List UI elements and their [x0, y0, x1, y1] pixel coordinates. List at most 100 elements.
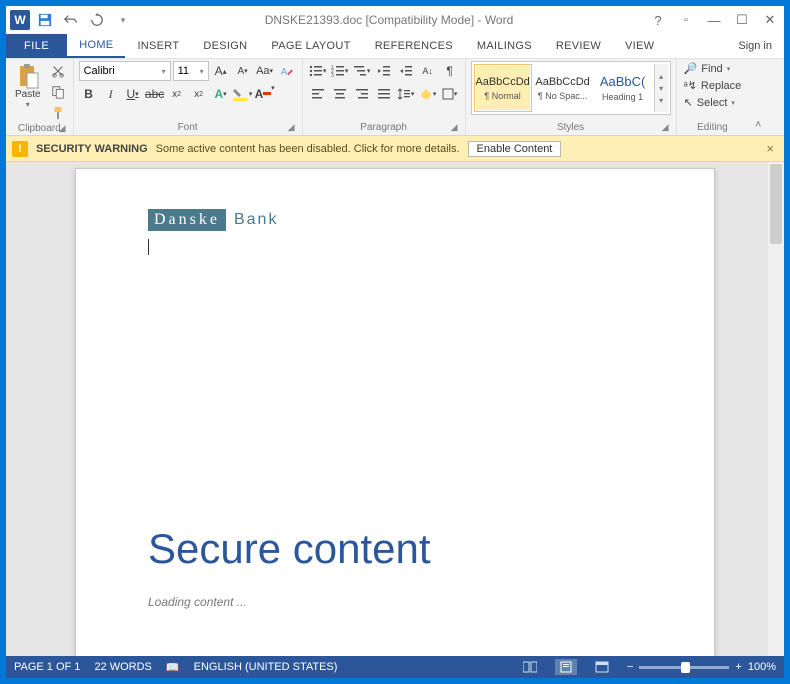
word-application-window: W ▾ DNSKE21393.doc [Compatibility Mode] …	[6, 6, 784, 678]
group-label-styles: Styles	[557, 122, 584, 133]
strikethrough-button[interactable]: abc	[145, 84, 165, 104]
styles-gallery: AaBbCcDd ¶ Normal AaBbCcDd ¶ No Spac... …	[471, 61, 671, 115]
increase-indent-icon[interactable]	[396, 61, 416, 81]
maximize-button[interactable]: ☐	[728, 9, 756, 31]
scrollbar-thumb[interactable]	[770, 164, 782, 244]
style-no-spacing[interactable]: AaBbCcDd ¶ No Spac...	[534, 64, 592, 112]
bullets-icon[interactable]: ▾	[308, 61, 328, 81]
read-mode-icon[interactable]	[519, 659, 541, 675]
tab-page-layout[interactable]: PAGE LAYOUT	[259, 34, 362, 58]
text-cursor	[148, 239, 642, 255]
line-spacing-icon[interactable]: ▾	[396, 84, 416, 104]
subscript-button[interactable]: x2	[167, 84, 187, 104]
tab-review[interactable]: REVIEW	[544, 34, 613, 58]
dialog-launcher-icon[interactable]: ◢	[288, 122, 295, 133]
vertical-scrollbar[interactable]	[768, 162, 784, 656]
danske-bank-logo: Danske Bank	[148, 209, 278, 231]
close-button[interactable]: ✕	[756, 9, 784, 31]
align-right-icon[interactable]	[352, 84, 372, 104]
dialog-launcher-icon[interactable]: ◢	[59, 123, 66, 134]
titlebar: W ▾ DNSKE21393.doc [Compatibility Mode] …	[6, 6, 784, 34]
document-heading: Secure content	[148, 525, 642, 573]
underline-button[interactable]: U▾	[123, 84, 143, 104]
group-editing: 🔎Find ▾ ᵃ↯Replace ↖Select ▾ Editing	[677, 59, 749, 135]
paste-button[interactable]: Paste ▾	[11, 61, 45, 111]
web-layout-icon[interactable]	[591, 659, 613, 675]
close-warning-icon[interactable]: ×	[762, 141, 778, 156]
group-label-clipboard: Clipboard	[18, 123, 61, 134]
superscript-button[interactable]: x2	[189, 84, 209, 104]
status-proofing-icon[interactable]: 📖	[166, 661, 180, 674]
tab-design[interactable]: DESIGN	[191, 34, 259, 58]
tab-insert[interactable]: INSERT	[125, 34, 191, 58]
enable-content-button[interactable]: Enable Content	[468, 141, 562, 157]
zoom-in-button[interactable]: +	[735, 661, 741, 673]
sign-in-link[interactable]: Sign in	[726, 34, 784, 58]
security-warning-bar: ! SECURITY WARNING Some active content h…	[6, 136, 784, 162]
borders-icon[interactable]: ▾	[440, 84, 460, 104]
status-language[interactable]: ENGLISH (UNITED STATES)	[194, 661, 338, 673]
dialog-launcher-icon[interactable]: ◢	[662, 122, 669, 133]
text-effects-icon[interactable]: A▾	[211, 84, 231, 104]
sort-icon[interactable]: A↓	[418, 61, 438, 81]
shading-icon[interactable]: ▾	[418, 84, 438, 104]
security-warning-label: SECURITY WARNING	[36, 143, 148, 155]
italic-button[interactable]: I	[101, 84, 121, 104]
document-area: pc risk.com Danske Bank Secure content L…	[6, 162, 784, 656]
numbering-icon[interactable]: 123▾	[330, 61, 350, 81]
grow-font-icon[interactable]: A▴	[211, 61, 231, 81]
tab-view[interactable]: VIEW	[613, 34, 666, 58]
status-page[interactable]: PAGE 1 OF 1	[14, 661, 80, 673]
status-bar: PAGE 1 OF 1 22 WORDS 📖 ENGLISH (UNITED S…	[6, 656, 784, 678]
collapse-ribbon-icon[interactable]: ˄	[748, 59, 768, 135]
paste-icon	[17, 63, 39, 89]
multilevel-list-icon[interactable]: ▾	[352, 61, 372, 81]
replace-button[interactable]: ᵃ↯Replace	[682, 78, 744, 93]
copy-icon[interactable]	[48, 82, 68, 102]
align-left-icon[interactable]	[308, 84, 328, 104]
group-font: Calibri▾ 11▾ A▴ A▾ Aa▾ A B I U▾ abc x2 x…	[74, 59, 303, 135]
font-color-icon[interactable]: A▾	[255, 84, 275, 104]
zoom-level[interactable]: 100%	[748, 661, 776, 673]
cut-icon[interactable]	[48, 61, 68, 81]
zoom-slider[interactable]	[639, 666, 729, 669]
show-marks-icon[interactable]: ¶	[440, 61, 460, 81]
svg-text:3: 3	[331, 73, 334, 77]
tab-home[interactable]: HOME	[67, 34, 125, 58]
format-painter-icon[interactable]	[48, 103, 68, 123]
dialog-launcher-icon[interactable]: ◢	[451, 122, 458, 133]
tab-mailings[interactable]: MAILINGS	[465, 34, 544, 58]
qat-customize-icon[interactable]: ▾	[112, 9, 134, 31]
print-layout-icon[interactable]	[555, 659, 577, 675]
shrink-font-icon[interactable]: A▾	[233, 61, 253, 81]
group-label-editing: Editing	[682, 122, 744, 135]
window-title: DNSKE21393.doc [Compatibility Mode] - Wo…	[134, 13, 644, 27]
save-icon[interactable]	[34, 9, 56, 31]
style-normal[interactable]: AaBbCcDd ¶ Normal	[474, 64, 532, 112]
justify-icon[interactable]	[374, 84, 394, 104]
group-paragraph: ▾ 123▾ ▾ A↓ ¶ ▾ ▾ ▾ Para	[303, 59, 466, 135]
zoom-out-button[interactable]: −	[627, 661, 633, 673]
help-icon[interactable]: ?	[644, 9, 672, 31]
align-center-icon[interactable]	[330, 84, 350, 104]
undo-icon[interactable]	[60, 9, 82, 31]
change-case-icon[interactable]: Aa▾	[255, 61, 275, 81]
decrease-indent-icon[interactable]	[374, 61, 394, 81]
font-name-combo[interactable]: Calibri▾	[79, 61, 171, 81]
select-button[interactable]: ↖Select ▾	[682, 95, 744, 110]
find-button[interactable]: 🔎Find ▾	[682, 61, 744, 76]
ribbon-display-icon[interactable]: ▫	[672, 9, 700, 31]
group-label-font: Font	[178, 122, 198, 133]
clear-formatting-icon[interactable]: A	[277, 61, 297, 81]
tab-references[interactable]: REFERENCES	[363, 34, 465, 58]
document-page[interactable]: Danske Bank Secure content Loading conte…	[75, 168, 715, 656]
status-words[interactable]: 22 WORDS	[94, 661, 151, 673]
font-size-combo[interactable]: 11▾	[173, 61, 209, 81]
style-heading-1[interactable]: AaBbC( Heading 1	[594, 64, 652, 112]
minimize-button[interactable]: —	[700, 9, 728, 31]
tab-file[interactable]: FILE	[6, 34, 67, 58]
redo-icon[interactable]	[86, 9, 108, 31]
bold-button[interactable]: B	[79, 84, 99, 104]
styles-more-button[interactable]: ▴▾▾	[654, 64, 668, 112]
highlight-icon[interactable]: ▾	[233, 84, 253, 104]
